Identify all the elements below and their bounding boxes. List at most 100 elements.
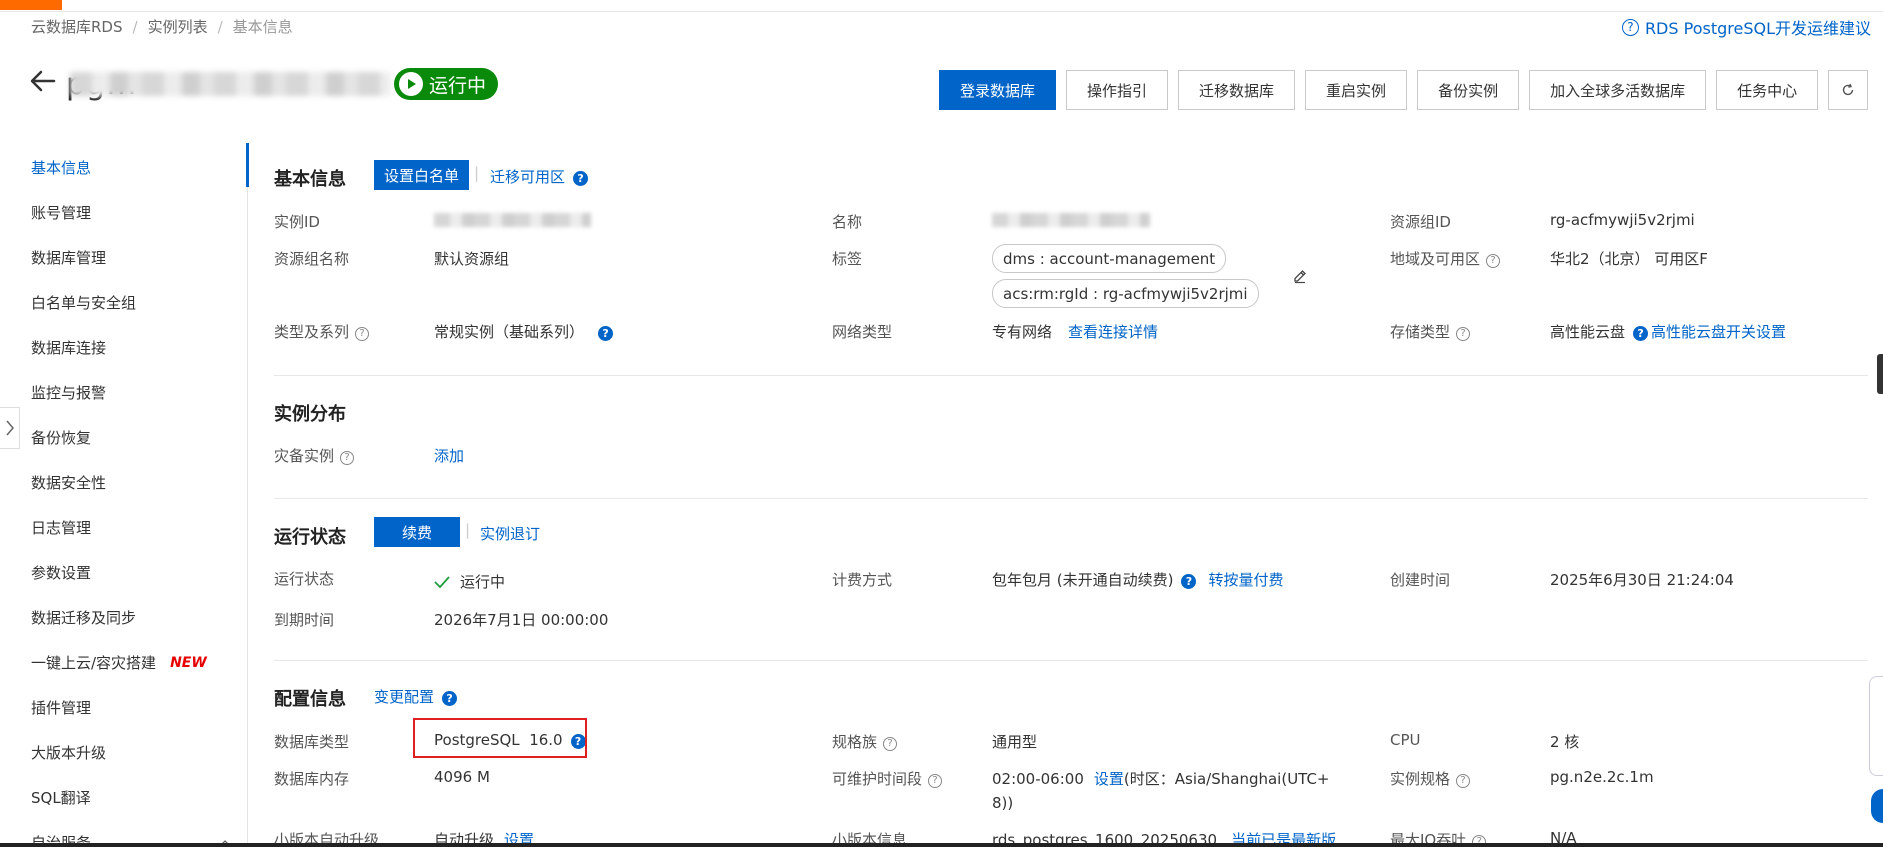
add-dr-link[interactable]: 添加 — [434, 445, 464, 466]
section-title-running: 运行状态 — [274, 527, 346, 548]
switch-pay-as-you-go-link[interactable]: 转按量付费 — [1208, 571, 1283, 589]
help-icon[interactable]: ? — [883, 736, 898, 751]
sidebar-active-indicator — [246, 143, 249, 187]
db-type-label: 数据库类型 — [274, 733, 350, 751]
help-icon[interactable]: ? — [928, 773, 943, 788]
storage-value-text: 高性能云盘 — [1550, 323, 1626, 341]
tag: dms : account-management — [992, 244, 1227, 273]
view-connection-link[interactable]: 查看连接详情 — [1068, 323, 1158, 341]
set-whitelist-button[interactable]: 设置白名单 — [374, 160, 470, 190]
sidebar-item-connection[interactable]: 数据库连接 — [31, 337, 106, 358]
help-icon[interactable]: ? — [442, 691, 458, 706]
backup-instance-button[interactable]: 备份实例 — [1417, 70, 1520, 110]
network-value: 专有网络 查看连接详情 — [992, 321, 1158, 342]
help-icon[interactable]: ? — [1486, 253, 1501, 268]
sidebar-item-major-upgrade[interactable]: 大版本升级 — [31, 742, 106, 763]
family-label: 规格族? — [832, 731, 898, 752]
billing-label: 计费方式 — [832, 571, 893, 589]
sidebar-item-parameters[interactable]: 参数设置 — [31, 562, 91, 583]
expire-value: 2026年7月1日 00:00:00 — [434, 611, 609, 629]
edit-icon[interactable] — [1292, 268, 1308, 284]
billing-value: 包年包月 (未开通自动续费)? 转按量付费 — [992, 569, 1284, 590]
unsubscribe-link[interactable]: 实例退订 — [480, 523, 540, 544]
maintenance-window: 02:00-06:00 — [992, 770, 1084, 788]
scroll-handle[interactable] — [1877, 354, 1883, 394]
back-arrow-icon[interactable] — [28, 66, 58, 96]
floating-toolbar[interactable] — [1869, 676, 1883, 776]
instance-id-label: 实例ID — [274, 213, 320, 231]
sidebar-item-plugins[interactable]: 插件管理 — [31, 697, 91, 718]
storage-value: 高性能云盘? 高性能云盘开关设置 — [1550, 321, 1786, 342]
sidebar-item-label: 一键上云/容灾搭建 — [31, 654, 157, 672]
refresh-button[interactable] — [1828, 70, 1869, 110]
created-value: 2025年6月30日 21:24:04 — [1550, 571, 1734, 589]
type-value: 常规实例（基础系列）? — [434, 321, 614, 342]
resource-group-id-value: rg-acfmywji5v2rjmi — [1550, 211, 1695, 229]
sidebar-toggle[interactable] — [0, 407, 20, 449]
login-database-button[interactable]: 登录数据库 — [939, 70, 1057, 110]
running-status-value: 运行中 — [434, 571, 505, 592]
section-title-distribution: 实例分布 — [274, 404, 346, 425]
sidebar-item-monitoring[interactable]: 监控与报警 — [31, 382, 106, 403]
migrate-database-button[interactable]: 迁移数据库 — [1178, 70, 1296, 110]
help-icon[interactable]: ? — [1456, 326, 1471, 341]
sidebar-item-accounts[interactable]: 账号管理 — [31, 202, 91, 223]
billing-value-text: 包年包月 (未开通自动续费) — [992, 571, 1174, 589]
maintenance-settings-link[interactable]: 设置 — [1094, 770, 1124, 788]
dev-ops-advice-link[interactable]: ? RDS PostgreSQL开发运维建议 — [1621, 15, 1871, 39]
operation-guide-button[interactable]: 操作指引 — [1066, 70, 1169, 110]
tags-label: 标签 — [832, 250, 863, 268]
sidebar-item-backup[interactable]: 备份恢复 — [31, 427, 91, 448]
help-icon[interactable]: ? — [598, 326, 614, 341]
redacted-instance-name — [70, 72, 390, 96]
storage-settings-link[interactable]: 高性能云盘开关设置 — [1651, 323, 1786, 341]
region-label: 地域及可用区? — [1390, 248, 1501, 269]
migrate-zone-link[interactable]: 迁移可用区? — [490, 166, 589, 187]
play-icon — [399, 72, 423, 96]
floating-assistant-button[interactable] — [1871, 789, 1883, 823]
cpu-value: 2 核 — [1550, 733, 1580, 751]
separator: | — [474, 164, 480, 182]
breadcrumb-separator: / — [217, 17, 223, 36]
restart-instance-button[interactable]: 重启实例 — [1305, 70, 1408, 110]
sidebar-item-databases[interactable]: 数据库管理 — [31, 247, 106, 268]
status-badge: 运行中 — [394, 68, 499, 100]
tag: acs:rm:rgId : rg-acfmywji5v2rjmi — [992, 279, 1259, 308]
section-divider — [274, 375, 1868, 376]
migrate-zone-label: 迁移可用区 — [490, 168, 566, 186]
change-config-link[interactable]: 变更配置? — [374, 686, 458, 707]
renew-button[interactable]: 续费 — [374, 517, 461, 547]
join-global-database-button[interactable]: 加入全球多活数据库 — [1529, 70, 1707, 110]
sidebar-item-cloud-migration[interactable]: 一键上云/容灾搭建 NEW — [31, 652, 207, 673]
action-toolbar: 登录数据库 操作指引 迁移数据库 重启实例 备份实例 加入全球多活数据库 任务中… — [939, 70, 1869, 110]
sidebar-item-whitelist[interactable]: 白名单与安全组 — [31, 292, 136, 313]
maintenance-label-text: 可维护时间段 — [832, 770, 923, 788]
memory-value: 4096 M — [434, 768, 490, 786]
type-label: 类型及系列? — [274, 321, 370, 342]
sidebar-item-migration[interactable]: 数据迁移及同步 — [31, 607, 136, 628]
section-divider — [274, 660, 1868, 661]
brand-accent — [0, 0, 62, 10]
help-icon[interactable]: ? — [340, 450, 355, 465]
help-icon[interactable]: ? — [355, 326, 370, 341]
sidebar-item-security[interactable]: 数据安全性 — [31, 472, 106, 493]
sidebar-item-logs[interactable]: 日志管理 — [31, 517, 91, 538]
redacted-name — [992, 213, 1150, 227]
breadcrumb-list[interactable]: 实例列表 — [148, 16, 208, 37]
task-center-button[interactable]: 任务中心 — [1716, 70, 1819, 110]
network-label: 网络类型 — [832, 323, 893, 341]
cpu-label: CPU — [1390, 731, 1421, 749]
change-config-label: 变更配置 — [374, 688, 435, 706]
breadcrumb-current: 基本信息 — [232, 18, 293, 36]
help-icon[interactable]: ? — [573, 171, 589, 186]
help-icon[interactable]: ? — [1181, 574, 1197, 589]
top-strip — [0, 0, 1883, 12]
spec-value: pg.n2e.2c.1m — [1550, 768, 1654, 786]
breadcrumb-root[interactable]: 云数据库RDS — [31, 16, 123, 37]
help-icon[interactable]: ? — [1633, 326, 1649, 341]
sidebar-item-basic-info[interactable]: 基本信息 — [31, 157, 91, 178]
help-icon[interactable]: ? — [1456, 773, 1471, 788]
spec-label-text: 实例规格 — [1390, 770, 1451, 788]
sidebar-item-sql-translate[interactable]: SQL翻译 — [31, 787, 91, 808]
resource-group-name-label: 资源组名称 — [274, 250, 350, 268]
